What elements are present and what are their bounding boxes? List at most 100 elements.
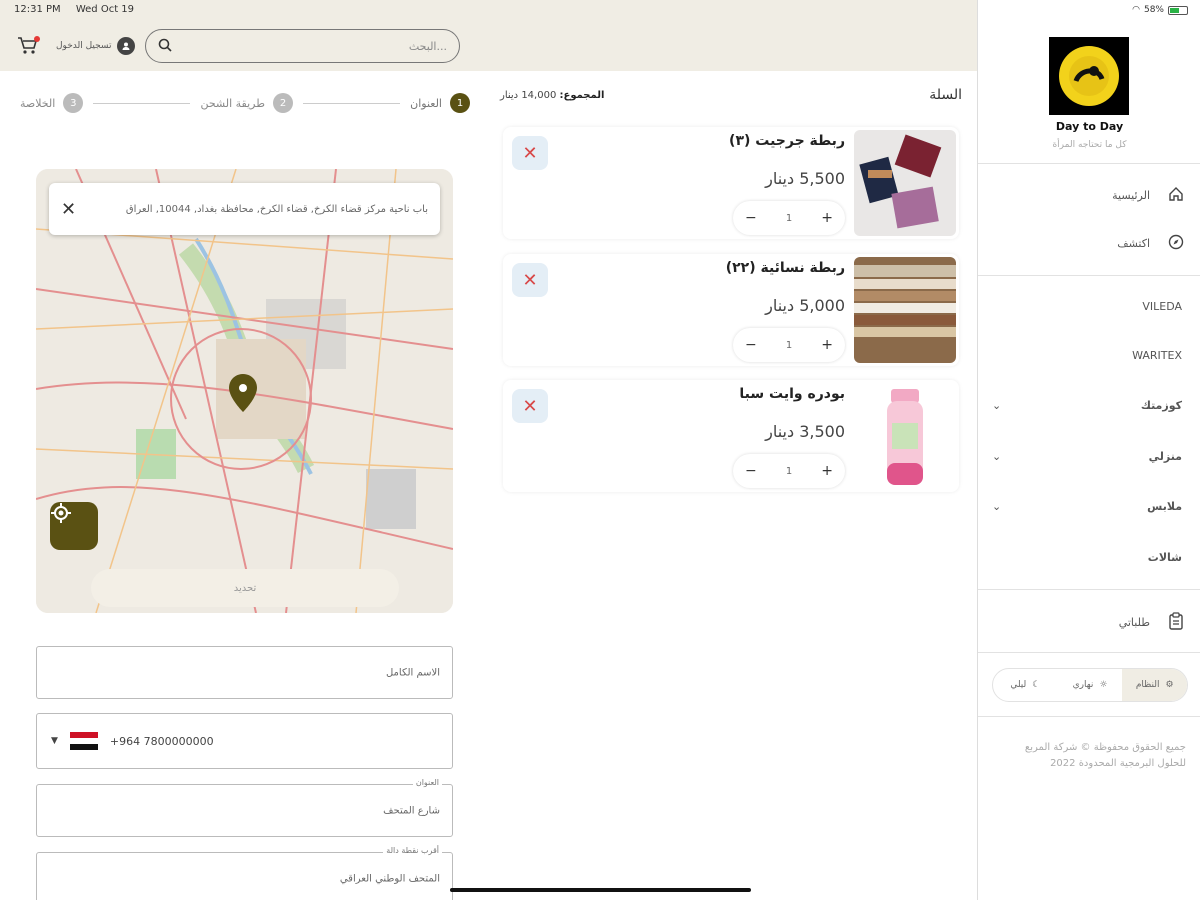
full-name-placeholder: الاسم الكامل — [385, 667, 440, 678]
chevron-down-icon: ⌄ — [992, 399, 1002, 412]
checkout-stepper: 1 العنوان 2 طريقة الشحن 3 الخلاصة — [20, 92, 470, 114]
compass-icon — [1168, 234, 1184, 253]
quantity-stepper: − 1 + — [733, 328, 845, 362]
address-label: العنوان — [412, 778, 442, 787]
plus-icon[interactable]: + — [821, 337, 833, 353]
category-label: WARITEX — [1132, 349, 1182, 362]
battery-percent: 58% — [1143, 5, 1164, 15]
login-button[interactable]: تسجيل الدخول — [56, 37, 136, 55]
step-label: العنوان — [410, 96, 442, 110]
product-price: 5,500 دينار — [765, 169, 845, 188]
nav-item-home[interactable]: الرئيسية — [1112, 186, 1184, 205]
address-field[interactable]: العنوان شارع المتحف — [36, 778, 453, 837]
theme-system-label: النظام — [1135, 680, 1160, 690]
landmark-label: أقرب نقطة دالة — [383, 846, 442, 855]
nav-item-discover[interactable]: اكتشف — [1117, 234, 1184, 253]
wifi-icon: ◠ — [1132, 5, 1140, 15]
divider — [978, 163, 1200, 164]
minus-icon[interactable]: − — [745, 463, 757, 479]
category-cosmetics[interactable]: ⌄ كوزمتك — [992, 399, 1182, 412]
crosshair-icon — [51, 503, 71, 523]
address-value: شارع المتحف — [383, 805, 440, 816]
close-icon: ✕ — [522, 269, 538, 291]
theme-light-label: نهاري — [1072, 680, 1094, 690]
category-clothes[interactable]: ⌄ ملابس — [992, 500, 1182, 513]
product-price: 5,000 دينار — [765, 296, 845, 315]
remove-item-button[interactable]: ✕ — [512, 263, 548, 297]
divider — [978, 716, 1200, 717]
step-label: طريقة الشحن — [200, 96, 265, 110]
top-bar: 12:31 PM Wed Oct 19 تسجيل الدخول — [0, 0, 977, 71]
search-icon — [158, 37, 172, 56]
country-dropdown-icon[interactable]: ▼ — [51, 736, 58, 746]
divider — [978, 275, 1200, 276]
product-image[interactable] — [854, 257, 956, 363]
product-image[interactable] — [854, 130, 956, 236]
total-value: 14,000 دينار — [500, 90, 557, 101]
search-input[interactable] — [172, 39, 447, 53]
home-indicator — [450, 888, 751, 892]
category-shawls[interactable]: شالات — [992, 551, 1182, 564]
sun-icon: ☼ — [1099, 680, 1108, 690]
theme-dark-option[interactable]: ليلي ☾ — [993, 669, 1058, 701]
brand-tagline: كل ما تحتاجه المرأة — [1052, 140, 1127, 150]
quantity-value: 1 — [785, 212, 793, 224]
step-address[interactable]: 1 العنوان — [410, 93, 470, 113]
theme-dark-label: ليلي — [1010, 680, 1027, 690]
landmark-field[interactable]: أقرب نقطة دالة المتحف الوطني العراقي — [36, 846, 453, 900]
step-summary[interactable]: 3 الخلاصة — [20, 93, 84, 113]
account-icon — [117, 37, 136, 55]
quantity-value: 1 — [785, 339, 793, 351]
cart-badge — [34, 36, 40, 42]
category-home[interactable]: ⌄ منزلي — [992, 450, 1182, 463]
theme-switcher: ليلي ☾ نهاري ☼ النظام ⚙ — [992, 668, 1188, 702]
brand-name: Day to Day — [1055, 120, 1124, 133]
category-label: شالات — [1147, 551, 1182, 564]
close-icon: ✕ — [522, 395, 538, 417]
phone-field[interactable]: ▼ +964 7800000000 — [36, 713, 453, 769]
remove-item-button[interactable]: ✕ — [512, 136, 548, 170]
minus-icon[interactable]: − — [745, 210, 757, 226]
divider — [978, 589, 1200, 590]
nav-item-orders[interactable]: طلباتي — [1119, 612, 1184, 633]
product-image[interactable] — [854, 383, 956, 489]
copyright-text: جميع الحقوق محفوظة © شركة المربع للحلول … — [1024, 742, 1186, 769]
my-location-button[interactable] — [50, 502, 98, 550]
map-tiles — [36, 169, 453, 613]
minus-icon[interactable]: − — [745, 337, 757, 353]
plus-icon[interactable]: + — [821, 463, 833, 479]
confirm-location-button[interactable]: تحديد — [91, 569, 399, 607]
theme-system-option[interactable]: النظام ⚙ — [1122, 669, 1187, 701]
gear-icon: ⚙ — [1165, 680, 1174, 690]
iraq-flag-icon[interactable] — [69, 732, 98, 750]
selected-address: باب ناحية مركز قضاء الكرخ, قضاء الكرخ, م… — [125, 203, 428, 215]
category-vileda[interactable]: VILEDA — [992, 300, 1182, 313]
map-view[interactable]: ✕ باب ناحية مركز قضاء الكرخ, قضاء الكرخ,… — [36, 169, 453, 613]
step-number: 2 — [273, 93, 293, 113]
address-search-box[interactable]: ✕ باب ناحية مركز قضاء الكرخ, قضاء الكرخ,… — [49, 183, 440, 235]
close-icon: ✕ — [522, 142, 538, 164]
clipboard-icon — [1168, 612, 1184, 633]
full-name-field[interactable]: الاسم الكامل — [36, 646, 453, 699]
close-icon[interactable]: ✕ — [61, 199, 76, 220]
landmark-value: المتحف الوطني العراقي — [339, 873, 440, 885]
login-label: تسجيل الدخول — [56, 41, 112, 51]
plus-icon[interactable]: + — [821, 210, 833, 226]
remove-item-button[interactable]: ✕ — [512, 389, 548, 423]
step-shipping[interactable]: 2 طريقة الشحن — [200, 93, 293, 113]
divider — [978, 652, 1200, 653]
status-date: Wed Oct 19 — [75, 4, 135, 15]
search-bar[interactable] — [145, 29, 460, 63]
status-indicators: ◠ 58% — [1132, 5, 1188, 15]
home-icon — [1168, 186, 1184, 205]
category-label: VILEDA — [1142, 300, 1182, 313]
category-waritex[interactable]: WARITEX — [992, 349, 1182, 362]
chevron-down-icon: ⌄ — [992, 500, 1002, 513]
nav-label: طلباتي — [1118, 616, 1150, 629]
brand-logo[interactable] — [1049, 37, 1129, 115]
quantity-stepper: − 1 + — [733, 201, 845, 235]
step-connector — [93, 102, 191, 104]
chevron-down-icon: ⌄ — [992, 450, 1002, 463]
battery-icon — [1168, 5, 1188, 15]
theme-light-option[interactable]: نهاري ☼ — [1058, 669, 1123, 701]
